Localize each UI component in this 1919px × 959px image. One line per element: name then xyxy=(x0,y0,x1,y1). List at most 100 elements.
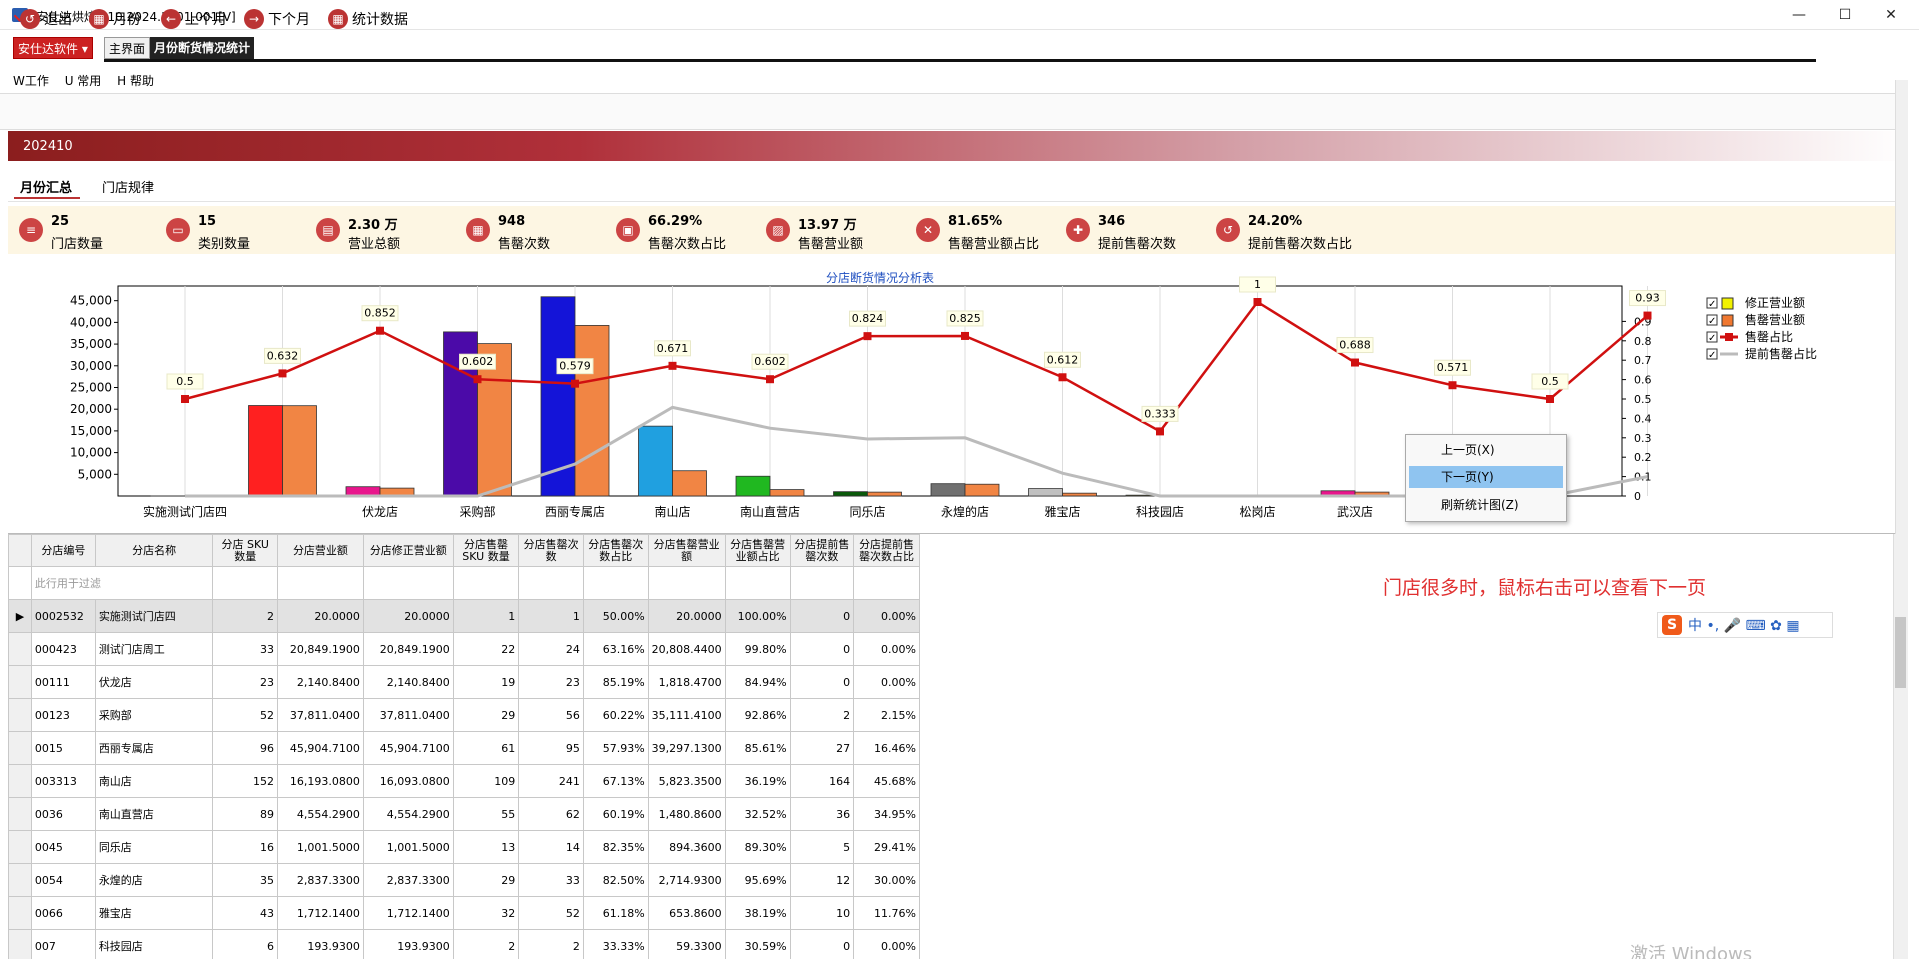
table-cell[interactable]: 0 xyxy=(789,665,855,699)
table-cell[interactable]: 2 xyxy=(789,698,855,732)
table-cell[interactable]: 13 xyxy=(452,830,520,864)
table-cell[interactable]: 52 xyxy=(518,896,584,930)
table-cell[interactable]: 19 xyxy=(452,665,520,699)
table-cell[interactable]: 伏龙店 xyxy=(94,665,214,699)
table-cell[interactable]: 894.3600 xyxy=(647,830,726,864)
table-cell[interactable]: 22 xyxy=(452,632,520,666)
table-cell[interactable]: 29 xyxy=(452,698,520,732)
table-cell[interactable]: 0002532 xyxy=(30,599,96,633)
column-header[interactable]: 分店提前售罄次数 xyxy=(789,534,855,567)
table-cell[interactable]: 55 xyxy=(452,797,520,831)
table-cell[interactable]: 92.86% xyxy=(724,698,791,732)
table-row[interactable]: 0015 西丽专属店 96 45,904.7100 45,904.7100 61 95 57.… xyxy=(8,731,920,765)
tab-store-pattern[interactable]: 门店规律 xyxy=(102,177,154,196)
table-cell[interactable]: 南山店 xyxy=(94,764,214,798)
exit-button[interactable]: ↺ 退出 xyxy=(20,8,72,30)
table-cell[interactable]: 1 xyxy=(452,599,520,633)
table-cell[interactable]: 29 xyxy=(452,863,520,897)
month-button[interactable]: ▦ 月份 xyxy=(89,8,141,30)
table-cell[interactable]: 30.00% xyxy=(853,863,920,897)
column-header[interactable]: 分店提前售罄次数占比 xyxy=(853,534,920,567)
table-cell[interactable]: 雅宝店 xyxy=(94,896,214,930)
table-cell[interactable]: 1,818.4700 xyxy=(647,665,726,699)
table-cell[interactable]: 32.52% xyxy=(724,797,791,831)
table-cell[interactable]: 5 xyxy=(789,830,855,864)
table-cell[interactable]: 99.80% xyxy=(724,632,791,666)
table-cell[interactable]: 0066 xyxy=(30,896,96,930)
column-header[interactable]: 分店售罄营业额 xyxy=(647,534,726,567)
table-cell[interactable]: 0.00% xyxy=(853,599,920,633)
table-cell[interactable]: 1,001.5000 xyxy=(277,830,364,864)
table-cell[interactable]: 1,712.1400 xyxy=(277,896,364,930)
table-cell[interactable]: 67.13% xyxy=(582,764,649,798)
table-cell[interactable]: 同乐店 xyxy=(94,830,214,864)
row-header[interactable] xyxy=(8,698,32,732)
table-cell[interactable]: 16 xyxy=(212,830,278,864)
table-cell[interactable]: 56 xyxy=(518,698,584,732)
column-header[interactable]: 分店名称 xyxy=(94,534,214,567)
filter-row-cell[interactable]: 此行用于过滤 xyxy=(30,566,214,600)
table-cell[interactable]: 1 xyxy=(518,599,584,633)
table-cell[interactable]: 00111 xyxy=(30,665,96,699)
table-cell[interactable]: 2,140.8400 xyxy=(362,665,454,699)
column-header[interactable]: 分店售罄营业额占比 xyxy=(724,534,791,567)
table-cell[interactable]: 14 xyxy=(518,830,584,864)
table-cell[interactable]: 59.3300 xyxy=(647,929,726,959)
table-cell[interactable]: 100.00% xyxy=(724,599,791,633)
table-cell[interactable]: 南山直营店 xyxy=(94,797,214,831)
table-cell[interactable]: 82.50% xyxy=(582,863,649,897)
table-cell[interactable]: 12 xyxy=(789,863,855,897)
row-header[interactable] xyxy=(8,731,32,765)
table-cell[interactable]: 1,001.5000 xyxy=(362,830,454,864)
table-cell[interactable]: 85.61% xyxy=(724,731,791,765)
table-cell[interactable]: 45,904.7100 xyxy=(277,731,364,765)
table-cell[interactable]: 193.9300 xyxy=(362,929,454,959)
table-cell[interactable]: 61 xyxy=(452,731,520,765)
ctx-next-page[interactable]: 下一页(Y) xyxy=(1409,466,1563,488)
table-cell[interactable]: 20,808.4400 xyxy=(647,632,726,666)
table-cell[interactable]: 0.00% xyxy=(853,632,920,666)
table-cell[interactable]: 45,904.7100 xyxy=(362,731,454,765)
table-cell[interactable]: 36.19% xyxy=(724,764,791,798)
table-cell[interactable]: 33 xyxy=(518,863,584,897)
brand-dropdown-button[interactable]: 安仕达软件 ▾ xyxy=(13,37,93,59)
table-cell[interactable]: 45.68% xyxy=(853,764,920,798)
tab-monthly-stockout[interactable]: 月份断货情况统计 xyxy=(150,37,255,59)
table-cell[interactable]: 164 xyxy=(789,764,855,798)
ctx-refresh-chart[interactable]: 刷新统计图(Z) xyxy=(1409,494,1563,516)
table-cell[interactable]: 96 xyxy=(212,731,278,765)
table-cell[interactable]: 2,714.9300 xyxy=(647,863,726,897)
column-header[interactable]: 分店售罄 SKU 数量 xyxy=(452,534,520,567)
table-cell[interactable]: 2 xyxy=(518,929,584,959)
column-header[interactable]: 分店 SKU 数量 xyxy=(212,534,278,567)
table-cell[interactable]: 0 xyxy=(789,632,855,666)
table-cell[interactable]: 38.19% xyxy=(724,896,791,930)
table-cell[interactable]: 152 xyxy=(212,764,278,798)
tab-home[interactable]: 主界面 xyxy=(104,37,151,59)
scrollbar-thumb[interactable] xyxy=(1895,617,1906,688)
row-header[interactable] xyxy=(8,929,32,959)
table-cell[interactable]: 永煌的店 xyxy=(94,863,214,897)
table-cell[interactable]: 36 xyxy=(789,797,855,831)
ime-controls[interactable]: 中 •, 🎤 ⌨ ✿ ▦ xyxy=(1688,615,1800,635)
table-cell[interactable]: 0054 xyxy=(30,863,96,897)
table-cell[interactable]: 653.8600 xyxy=(647,896,726,930)
table-cell[interactable]: 82.35% xyxy=(582,830,649,864)
table-cell[interactable]: 0015 xyxy=(30,731,96,765)
table-cell[interactable]: 0045 xyxy=(30,830,96,864)
table-cell[interactable]: 实施测试门店四 xyxy=(94,599,214,633)
column-header[interactable]: 分店售罄次数 xyxy=(518,534,584,567)
table-cell[interactable]: 95.69% xyxy=(724,863,791,897)
table-cell[interactable]: 0036 xyxy=(30,797,96,831)
table-row[interactable]: 0066 雅宝店 43 1,712.1400 1,712.1400 32 52 61.18% 6… xyxy=(8,896,920,930)
table-cell[interactable]: 000423 xyxy=(30,632,96,666)
table-cell[interactable]: 11.76% xyxy=(853,896,920,930)
maximize-button[interactable]: ☐ xyxy=(1822,0,1868,30)
table-cell[interactable]: 35 xyxy=(212,863,278,897)
table-cell[interactable]: 30.59% xyxy=(724,929,791,959)
table-cell[interactable]: 10 xyxy=(789,896,855,930)
column-header[interactable]: 分店修正营业额 xyxy=(362,534,454,567)
row-header[interactable] xyxy=(8,797,32,831)
menu-work[interactable]: W工作 xyxy=(13,74,49,88)
table-cell[interactable]: 52 xyxy=(212,698,278,732)
